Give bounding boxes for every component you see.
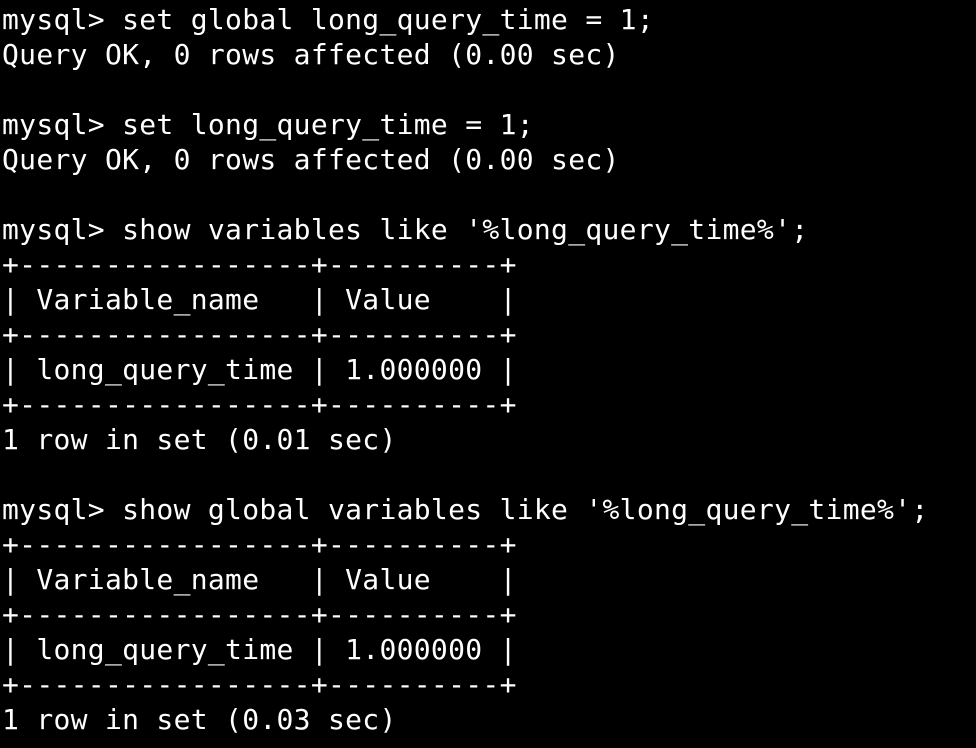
terminal-window[interactable]: mysql> set global long_query_time = 1; Q…: [0, 0, 976, 748]
command-line: mysql> show global variables like '%long…: [2, 493, 929, 526]
table-row: | long_query_time | 1.000000 |: [2, 353, 517, 386]
table-border: +-----------------+----------+: [2, 248, 517, 281]
table-border: +-----------------+----------+: [2, 388, 517, 421]
table-header-row: | Variable_name | Value |: [2, 563, 517, 596]
table-border: +-----------------+----------+: [2, 598, 517, 631]
table-header-row: | Variable_name | Value |: [2, 283, 517, 316]
table-border: +-----------------+----------+: [2, 668, 517, 701]
table-border: +-----------------+----------+: [2, 318, 517, 351]
output-line: Query OK, 0 rows affected (0.00 sec): [2, 38, 620, 71]
table-border: +-----------------+----------+: [2, 528, 517, 561]
command-line: mysql> set global long_query_time = 1;: [2, 3, 654, 36]
output-line: 1 row in set (0.03 sec): [2, 703, 397, 736]
output-line: Query OK, 0 rows affected (0.00 sec): [2, 143, 620, 176]
command-line: mysql> show variables like '%long_query_…: [2, 213, 809, 246]
output-line: 1 row in set (0.01 sec): [2, 423, 397, 456]
command-line: mysql> set long_query_time = 1;: [2, 108, 534, 141]
table-row: | long_query_time | 1.000000 |: [2, 633, 517, 666]
